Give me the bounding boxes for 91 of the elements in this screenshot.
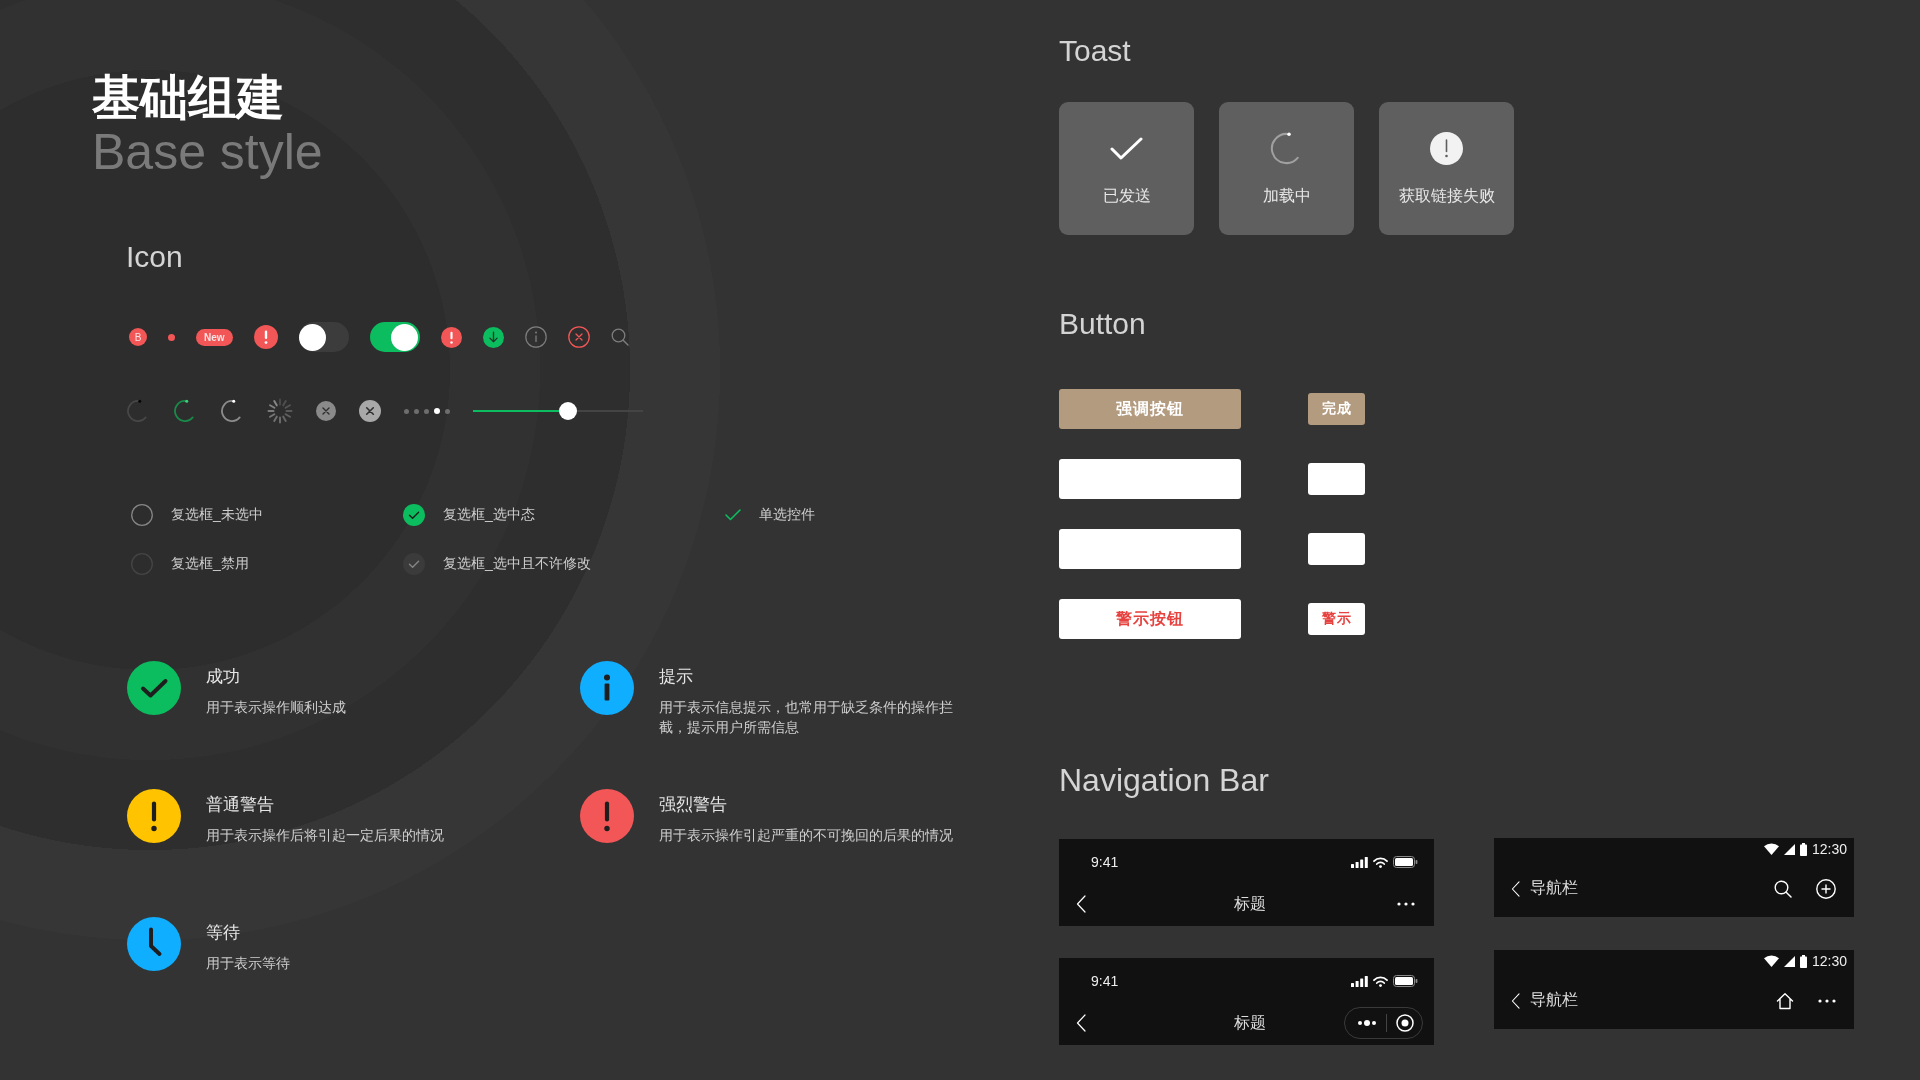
warning-button[interactable]: 警示按钮 [1059, 599, 1241, 639]
primary-button[interactable]: 强调按钮 [1059, 389, 1241, 429]
exclamation-circle-icon [580, 789, 634, 843]
more-icon[interactable] [1818, 998, 1836, 1003]
clock-icon [127, 917, 181, 971]
plus-circle-icon[interactable] [1816, 878, 1836, 899]
checkbox-label: 复选框_未选中 [171, 506, 263, 524]
page-indicator-dot[interactable] [414, 408, 419, 414]
status-description: 用于表示操作后将引起一定后果的情况 [206, 826, 444, 845]
chevron-left-icon[interactable] [1511, 880, 1520, 897]
chevron-left-icon[interactable] [1076, 1014, 1086, 1032]
x-circle-icon[interactable] [316, 401, 336, 421]
slider-handle[interactable] [559, 402, 578, 420]
radio-label: 单选控件 [759, 506, 815, 524]
status-time: 12:30 [1811, 841, 1847, 857]
toast-text: 加载中 [1262, 186, 1311, 206]
status-description: 用于表示信息提示，也常用于缺乏条件的操作拦截，提示用户所需信息 [659, 698, 954, 737]
checkbox-label: 复选框_禁用 [171, 555, 249, 573]
page-subtitle: Base style [92, 125, 323, 179]
status-description: 用于表示操作引起严重的不可挽回的后果的情况 [659, 826, 953, 845]
status-title: 强烈警告 [659, 794, 727, 816]
signal-icon [1783, 955, 1795, 967]
battery-icon [1799, 954, 1807, 968]
page-indicator-dot[interactable] [424, 408, 429, 414]
status-description: 用于表示操作顺利达成 [206, 698, 346, 717]
checkbox-label: 复选框_选中态 [443, 506, 535, 524]
exclamation-circle-icon [253, 325, 278, 349]
more-icon[interactable] [1357, 1020, 1377, 1026]
toast-text: 获取链接失败 [1398, 186, 1495, 206]
radio-check-icon[interactable] [725, 509, 741, 521]
status-description: 用于表示等待 [206, 954, 290, 973]
status-time: 12:30 [1811, 953, 1847, 969]
nav-title: 标题 [1233, 893, 1266, 914]
section-heading: Icon [126, 239, 183, 275]
battery-icon [1393, 856, 1418, 868]
status-title: 普通警告 [206, 794, 274, 816]
loading-spinner-icon [126, 399, 150, 423]
status-title: 成功 [206, 666, 240, 688]
wifi-icon [1763, 955, 1779, 967]
status-title: 等待 [206, 922, 240, 944]
info-icon [580, 661, 634, 715]
check-circle-icon [127, 661, 181, 715]
check-icon [1110, 135, 1143, 161]
primary-button[interactable]: 完成 [1308, 393, 1365, 425]
info-icon [524, 326, 547, 348]
home-icon[interactable] [1776, 991, 1794, 1010]
chevron-left-icon[interactable] [1511, 992, 1520, 1009]
page-indicator-dot[interactable] [445, 408, 450, 414]
battery-icon [1799, 842, 1807, 856]
search-icon[interactable] [1774, 879, 1792, 898]
arrow-down-circle-icon [482, 326, 504, 348]
status-title: 提示 [659, 666, 693, 688]
loading-spinner-icon [220, 399, 244, 423]
loading-spinner-icon [173, 399, 197, 423]
badge-dot-icon [168, 333, 175, 341]
section-heading: Navigation Bar [1059, 761, 1269, 799]
wifi-icon [1373, 856, 1388, 868]
toggle-switch[interactable] [298, 322, 349, 352]
page-indicator-dot[interactable] [404, 408, 409, 414]
nav-title: 导航栏 [1530, 878, 1578, 898]
toggle-switch[interactable] [369, 322, 420, 352]
more-icon[interactable] [1397, 902, 1415, 906]
signal-icon [1783, 843, 1795, 855]
exclamation-circle-icon [1430, 131, 1463, 165]
battery-icon [1393, 975, 1418, 987]
page-title: 基础组建 [92, 72, 284, 124]
nav-title: 标题 [1233, 1012, 1266, 1033]
exclamation-circle-icon [127, 789, 181, 843]
status-time: 9:41 [1091, 854, 1119, 870]
wifi-icon [1373, 975, 1388, 987]
section-heading: Button [1059, 306, 1146, 342]
page-indicator-dot[interactable] [434, 408, 440, 414]
count-badge: B [129, 328, 147, 346]
target-icon[interactable] [1396, 1014, 1414, 1032]
wifi-icon [1763, 843, 1779, 855]
chevron-left-icon[interactable] [1076, 895, 1086, 913]
checkbox[interactable] [131, 504, 153, 526]
checkbox-label: 复选框_选中且不许修改 [443, 555, 591, 573]
toast-text: 已发送 [1102, 186, 1151, 206]
exclamation-circle-icon [440, 326, 462, 348]
x-circle-icon[interactable] [359, 400, 381, 422]
signal-icon [1351, 975, 1368, 987]
signal-icon [1351, 856, 1368, 868]
warning-button[interactable]: 警示 [1308, 603, 1365, 635]
new-badge: New [196, 328, 233, 346]
nav-title: 导航栏 [1530, 990, 1578, 1010]
status-time: 9:41 [1091, 973, 1119, 989]
checkbox[interactable] [403, 504, 425, 526]
loading-spinner-icon [267, 398, 293, 424]
x-circle-icon [567, 326, 590, 348]
section-heading: Toast [1059, 33, 1131, 69]
